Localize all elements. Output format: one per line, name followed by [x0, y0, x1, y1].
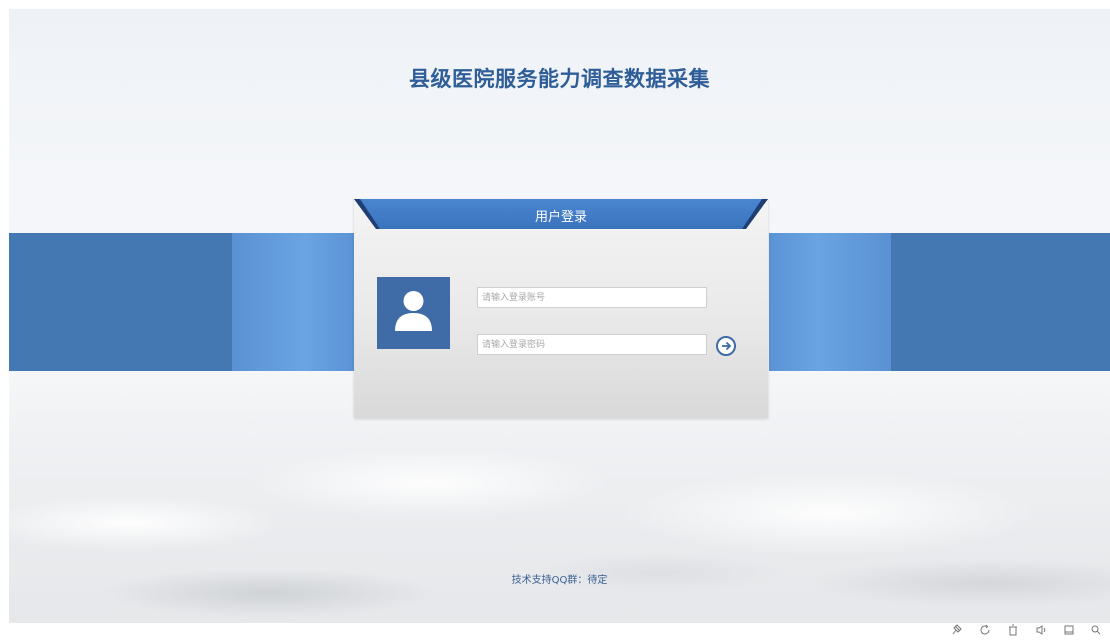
login-page: 县级医院服务能力调查数据采集 用户登录 请输入登录账号 技术支持QQ群：待定 [9, 9, 1110, 623]
speaker-icon[interactable] [1035, 624, 1047, 636]
arrow-right-circle-icon [722, 341, 732, 351]
band-left-light [232, 233, 354, 371]
trash-icon[interactable] [1007, 624, 1019, 636]
window-icon[interactable] [1063, 624, 1075, 636]
page-title: 县级医院服务能力调查数据采集 [409, 67, 710, 91]
pin-icon[interactable] [950, 624, 962, 636]
band-right-light [769, 233, 891, 371]
login-card-header: 用户登录 [354, 199, 768, 229]
password-input[interactable] [477, 334, 707, 355]
login-card: 用户登录 [354, 199, 768, 418]
search-icon[interactable] [1090, 624, 1102, 636]
login-submit-button[interactable] [716, 336, 736, 356]
system-tray [0, 623, 1110, 637]
refresh-icon[interactable] [979, 624, 991, 636]
login-title: 用户登录 [534, 210, 587, 225]
band-right-dark [891, 233, 1110, 371]
account-input[interactable] [477, 287, 707, 308]
tech-support-text: 技术支持QQ群：待定 [511, 575, 608, 586]
user-silhouette-icon [377, 277, 450, 349]
band-left-dark [9, 233, 232, 371]
